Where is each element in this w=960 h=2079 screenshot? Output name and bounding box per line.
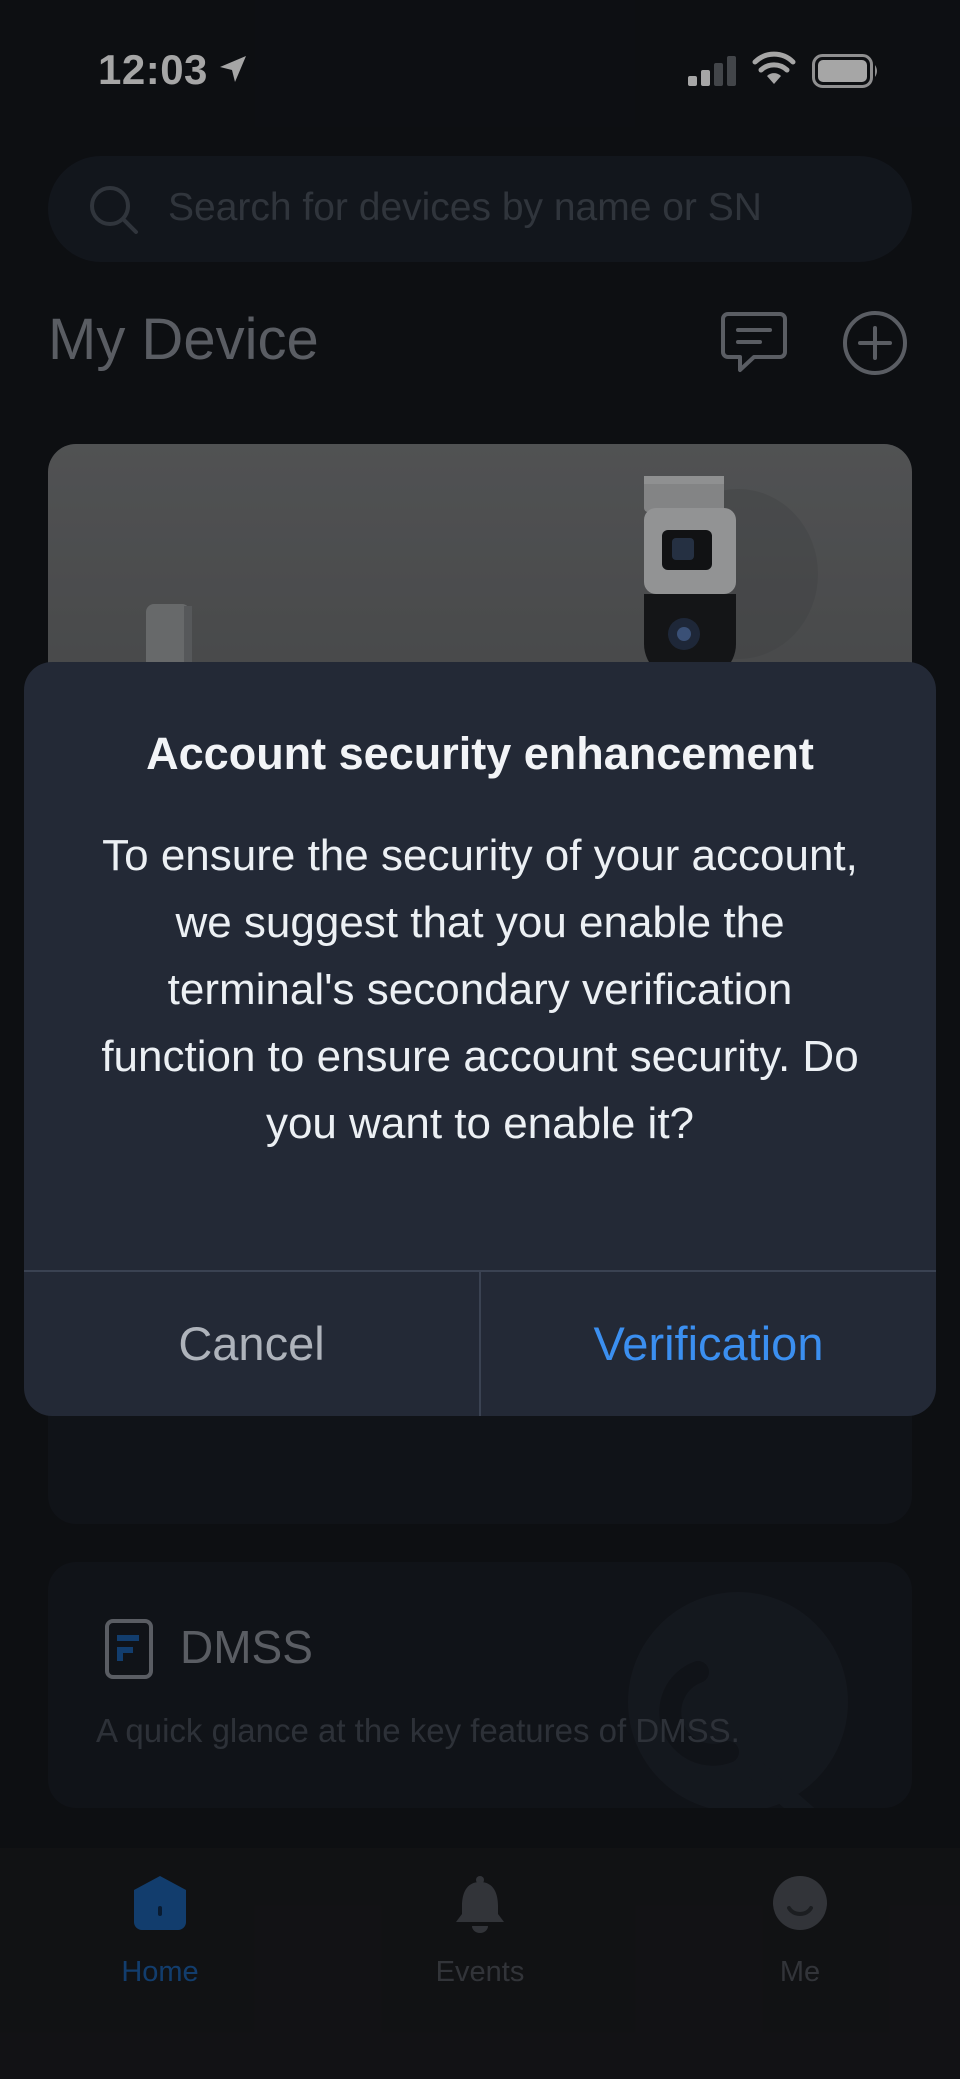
security-dialog: Account security enhancement To ensure t… <box>24 662 936 1416</box>
dialog-message: To ensure the security of your account, … <box>101 831 859 1148</box>
verification-button[interactable]: Verification <box>481 1272 936 1416</box>
dialog-title: Account security enhancement <box>146 728 814 779</box>
cancel-button[interactable]: Cancel <box>24 1272 479 1416</box>
